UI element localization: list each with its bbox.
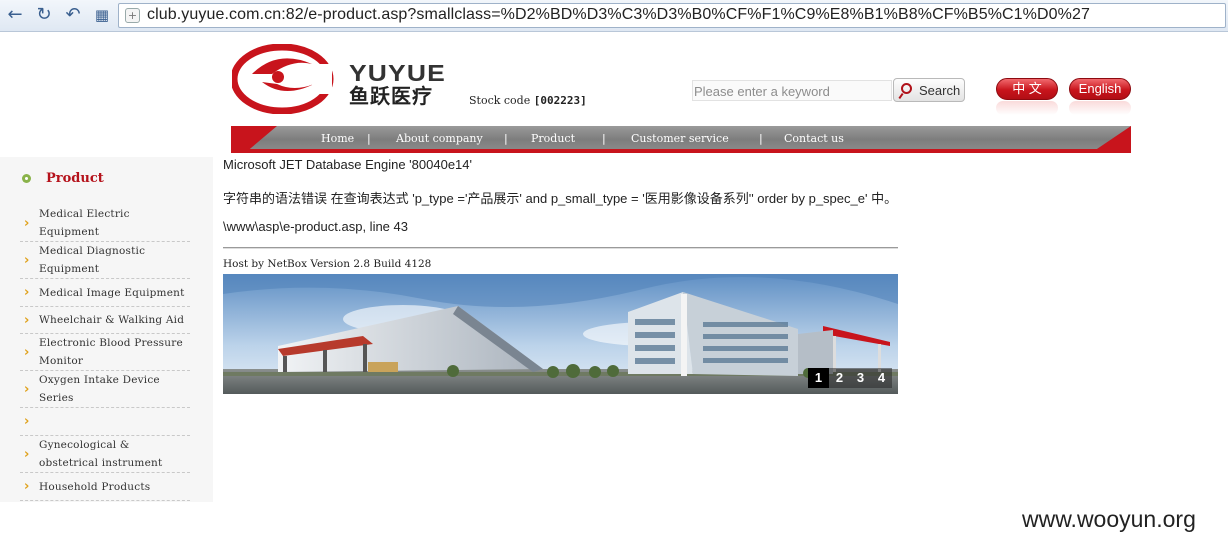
sidebar-item-medical-image[interactable]: › Medical Image Equipment <box>20 279 190 307</box>
banner-page-3[interactable]: 3 <box>850 368 871 388</box>
sidebar-item-medical-diagnostic[interactable]: › Medical Diagnostic Equipment <box>20 242 190 279</box>
sidebar-item-empty[interactable]: › <box>20 408 190 436</box>
back-icon[interactable]: ← <box>4 4 26 26</box>
chevron-right-icon: › <box>24 381 30 397</box>
sidebar-item-gynecological[interactable]: › Gynecological & obstetrical instrument <box>20 436 190 473</box>
nav-customer-service[interactable]: Customer service <box>631 132 729 145</box>
sidebar-item-blood-pressure[interactable]: › Electronic Blood Pressure Monitor <box>20 334 190 371</box>
watermark: www.wooyun.org <box>1022 506 1196 532</box>
chevron-right-icon: › <box>24 252 30 268</box>
lang-english-button[interactable]: English <box>1069 78 1131 100</box>
chevron-right-icon: › <box>24 479 30 494</box>
banner-pager: 1 2 3 4 <box>808 368 892 388</box>
nav-home[interactable]: Home <box>321 132 354 145</box>
nav-contact[interactable]: Contact us <box>784 132 844 145</box>
chevron-right-icon: › <box>24 344 30 360</box>
chevron-right-icon: › <box>24 446 30 462</box>
address-bar[interactable]: + club.yuyue.com.cn:82/e-product.asp?sma… <box>118 3 1226 28</box>
host-info: Host by NetBox Version 2.8 Build 4128 <box>223 258 432 270</box>
page-icon: + <box>125 8 140 23</box>
chevron-right-icon: › <box>24 414 30 429</box>
error-engine: Microsoft JET Database Engine '80040e14' <box>223 157 472 172</box>
sidebar-item-wheelchair[interactable]: › Wheelchair & Walking Aid <box>20 307 190 334</box>
factory-photo <box>223 274 898 394</box>
sidebar-item-oxygen[interactable]: › Oxygen Intake Device Series <box>20 371 190 408</box>
search-button[interactable]: Search <box>893 78 965 102</box>
undo-icon[interactable]: ↶ <box>62 4 84 26</box>
search-input[interactable] <box>692 80 892 101</box>
error-message: 字符串的语法错误 在查询表达式 'p_type ='产品展示' and p_sm… <box>223 191 898 206</box>
chevron-right-icon: › <box>24 285 30 300</box>
nav-product[interactable]: Product <box>531 132 575 145</box>
browser-toolbar: ← ↻ ↶ ▦ + club.yuyue.com.cn:82/e-product… <box>0 0 1228 32</box>
product-sidebar: Product › Medical Electric Equipment › M… <box>0 157 213 502</box>
error-location: \www\asp\e-product.asp, line 43 <box>223 219 408 234</box>
sidebar-item-household[interactable]: › Household Products <box>20 473 190 501</box>
url-text[interactable]: club.yuyue.com.cn:82/e-product.asp?small… <box>147 6 1090 24</box>
banner-page-4[interactable]: 4 <box>871 368 892 388</box>
refresh-icon[interactable]: ↻ <box>33 4 55 26</box>
divider <box>223 247 898 249</box>
chevron-right-icon: › <box>24 312 30 328</box>
nav-about[interactable]: About company <box>396 132 483 145</box>
stock-code: Stock code [002223] <box>469 94 587 107</box>
sidebar-item-medical-electric[interactable]: › Medical Electric Equipment <box>20 205 190 242</box>
main-nav: Home | About company | Product | Custome… <box>231 126 1131 153</box>
lang-chinese-button[interactable]: 中 文 <box>996 78 1058 100</box>
apps-grid-icon[interactable]: ▦ <box>91 4 113 26</box>
banner-page-2[interactable]: 2 <box>829 368 850 388</box>
bullet-icon <box>22 174 31 183</box>
search-icon <box>901 83 912 94</box>
banner-page-1[interactable]: 1 <box>808 368 829 388</box>
sidebar-list: › Medical Electric Equipment › Medical D… <box>20 205 190 501</box>
yuyue-logo-icon[interactable] <box>232 44 336 114</box>
factory-banner[interactable]: 1 2 3 4 <box>223 274 898 394</box>
chevron-right-icon: › <box>24 215 30 231</box>
logo-text-cn: 鱼跃医疗 <box>349 84 433 108</box>
sidebar-title: Product <box>46 171 104 186</box>
